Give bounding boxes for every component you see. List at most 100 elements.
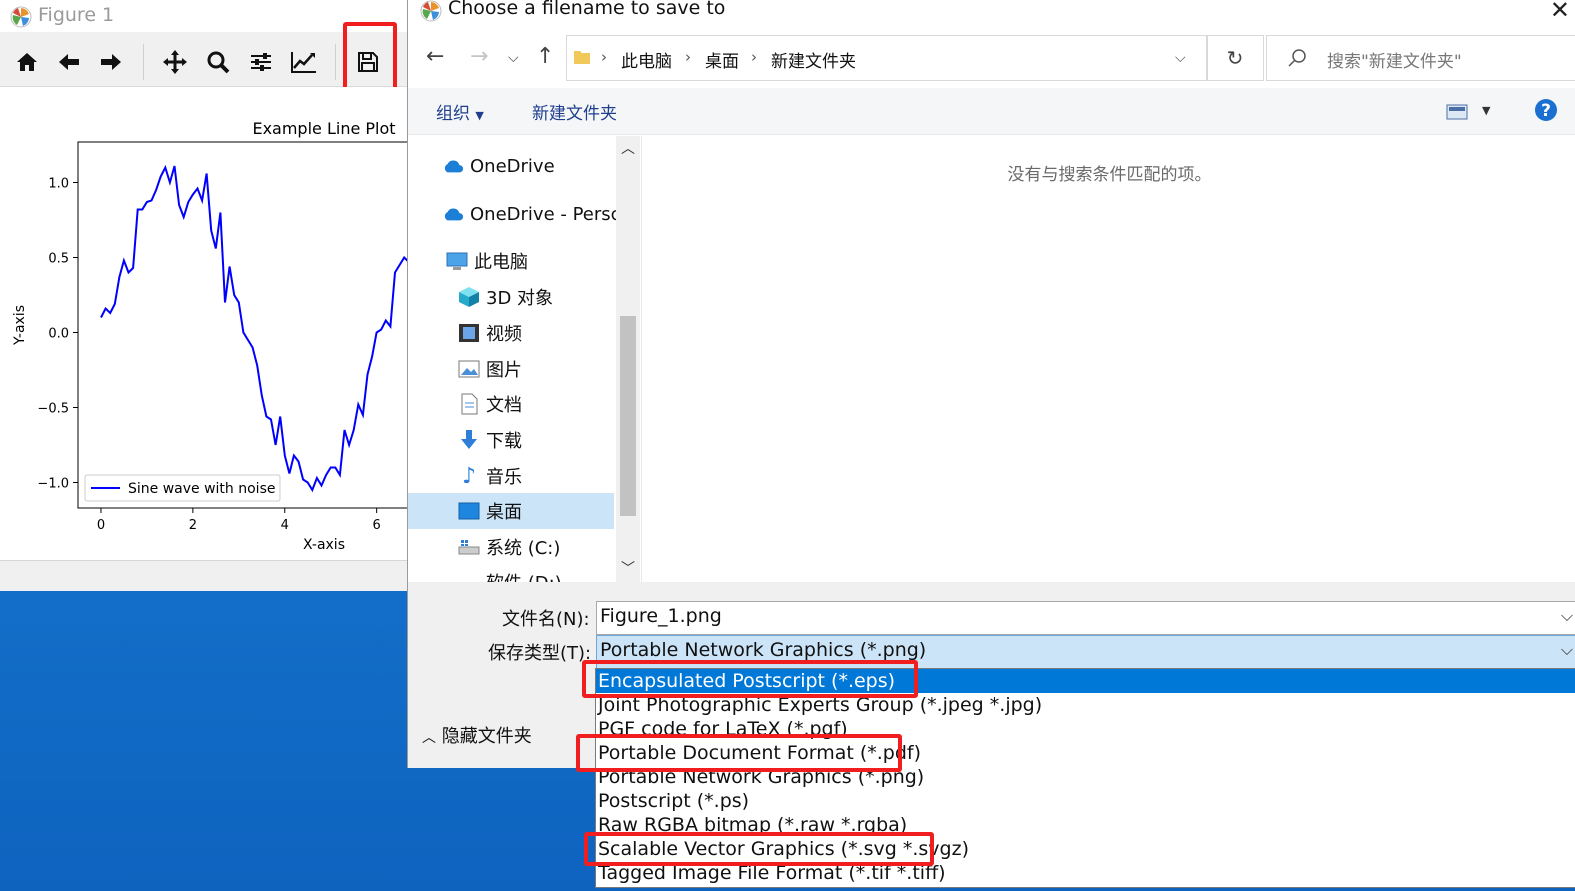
scroll-down-icon[interactable]: ﹀ [621,558,635,578]
refresh-icon: ↻ [1226,46,1244,70]
nav-item-label: 文档 [486,395,522,416]
drive-icon [458,565,480,582]
figure-window: Figure 1 Example Line Plot X-axis Y-axis… [0,0,419,591]
legend-label: Sine wave with noise [128,481,275,497]
filetype-label: 保存类型(T): [488,643,592,664]
breadcrumb-desktop[interactable]: 桌面 [705,47,739,72]
watermark: CSDN @Maann [1362,842,1558,872]
plot-frame [77,141,419,509]
close-icon[interactable]: ✕ [1550,0,1570,24]
scrollbar-thumb[interactable] [620,316,636,516]
back-button[interactable] [52,46,86,78]
up-arrow-icon[interactable]: ↑ [536,44,554,69]
y-tick-label: 0.5 [48,252,69,267]
nav-item-downloads[interactable]: 下载 [458,422,522,458]
y-tick-label: 0.0 [48,327,69,342]
x-axis-label: X-axis [303,537,345,553]
download-icon [458,429,480,451]
empty-results-message: 没有与搜索条件匹配的项。 [1007,165,1212,185]
chevron-down-icon[interactable]: ⌵ [1561,640,1573,660]
refresh-button[interactable]: ↻ [1206,35,1264,81]
scroll-up-icon[interactable]: ︿ [621,138,635,158]
nav-item-label: 3D 对象 [486,288,554,309]
back-nav-icon[interactable]: ← [426,44,444,69]
nav-item-drive-c[interactable]: 系统 (C:) [458,529,560,565]
chevron-down-icon[interactable]: ⌵ [1561,606,1573,626]
breadcrumb-chevron-icon: › [601,48,607,66]
nav-item-videos[interactable]: 视频 [458,315,522,351]
forward-arrow-icon [101,54,121,70]
x-tick-label: 0 [97,518,105,533]
navigation-scrollbar[interactable]: ︿ ﹀ [616,136,640,582]
zoom-button[interactable] [201,46,235,78]
nav-item-onedrive[interactable]: OneDrive [442,148,555,184]
nav-item-this-pc[interactable]: 此电脑 [446,243,528,279]
view-options-icon[interactable] [1446,104,1470,120]
home-button[interactable] [10,46,44,78]
breadcrumb-this-pc[interactable]: 此电脑 [621,47,672,72]
matplotlib-logo-icon [420,0,442,22]
chevron-down-icon: ▼ [475,109,484,122]
edit-axis-button[interactable] [287,46,321,78]
cube-icon [458,286,480,308]
x-tick-label: 6 [373,518,381,533]
figure-title: Figure 1 [38,4,115,26]
nav-item-label: 软件 (D:) [486,569,562,582]
filename-input[interactable]: Figure_1.png ⌵ [596,601,1575,635]
recent-locations-chevron-icon[interactable]: ⌵ [508,50,519,66]
address-bar[interactable]: › 此电脑 › 桌面 › 新建文件夹 ⌵ [566,35,1208,81]
dialog-title: Choose a filename to save to [448,0,726,19]
search-box[interactable]: 搜索"新建文件夹" [1266,35,1575,81]
zoom-icon [207,51,230,74]
picture-icon [458,358,480,380]
toolbar-separator [143,44,144,80]
nav-item-documents[interactable]: 文档 [458,386,522,422]
forward-button[interactable] [94,46,128,78]
y-axis-label: Y-axis [12,305,28,346]
pan-button[interactable] [158,46,192,78]
nav-item-3d-objects[interactable]: 3D 对象 [458,279,553,315]
search-placeholder: 搜索"新建文件夹" [1327,52,1462,72]
nav-item-drive-d[interactable]: 软件 (D:) [458,565,562,582]
y-tick-label: −0.5 [37,402,69,417]
y-tick-label: −1.0 [37,477,69,492]
chart-title: Example Line Plot [252,119,395,138]
hide-folders-toggle[interactable]: ︿ 隐藏文件夹 [422,722,532,748]
nav-item-desktop[interactable]: 桌面 [458,493,522,529]
pan-icon [163,50,187,74]
filetype-option-ps[interactable]: Postscript (*.ps) [596,789,1575,813]
nav-item-pictures[interactable]: 图片 [458,351,522,387]
nav-item-music[interactable]: ♪ 音乐 [458,458,522,494]
command-bar: 组织 ▼ 新建文件夹 ▼ ? [408,88,1575,135]
breadcrumb-chevron-icon: › [685,48,691,66]
nav-item-label: 桌面 [486,502,522,523]
plot-canvas: Example Line Plot X-axis Y-axis 0 2 4 6 1.0 0… [0,87,419,560]
file-list-pane: 没有与搜索条件匹配的项。 [641,136,1575,582]
legend: Sine wave with noise [84,474,281,502]
x-tick-label: 2 [189,518,197,533]
help-icon[interactable]: ? [1534,98,1558,122]
dialog-titlebar: Choose a filename to save to ✕ [408,0,1575,30]
organize-menu[interactable]: 组织 ▼ [436,99,484,124]
cloud-icon [442,203,464,225]
line-chart: Example Line Plot X-axis Y-axis 0 2 4 6 1.0 0… [12,119,419,553]
configure-subplots-button[interactable] [244,46,278,78]
nav-item-label: 系统 (C:) [486,538,561,559]
svg-option-highlight [584,832,934,866]
breadcrumb-new-folder[interactable]: 新建文件夹 [771,47,856,72]
view-dropdown-icon[interactable]: ▼ [1482,104,1490,117]
series-line-sine-wave [100,164,415,493]
navigation-pane: OneDrive OneDrive - Persc 此电脑 3D 对象 视频 图… [408,136,640,582]
new-folder-button[interactable]: 新建文件夹 [532,99,617,124]
search-icon [1288,49,1306,67]
back-arrow-icon [59,54,79,70]
organize-label: 组织 [436,104,470,124]
eps-option-highlight [582,660,918,698]
forward-nav-icon[interactable]: → [470,44,488,69]
filename-value: Figure_1.png [600,605,722,627]
nav-item-onedrive-personal[interactable]: OneDrive - Persc [442,196,621,232]
edit-axis-icon [291,52,316,73]
address-dropdown-icon[interactable]: ⌵ [1175,50,1186,66]
computer-icon [446,250,468,272]
figure-statusbar [0,560,410,591]
